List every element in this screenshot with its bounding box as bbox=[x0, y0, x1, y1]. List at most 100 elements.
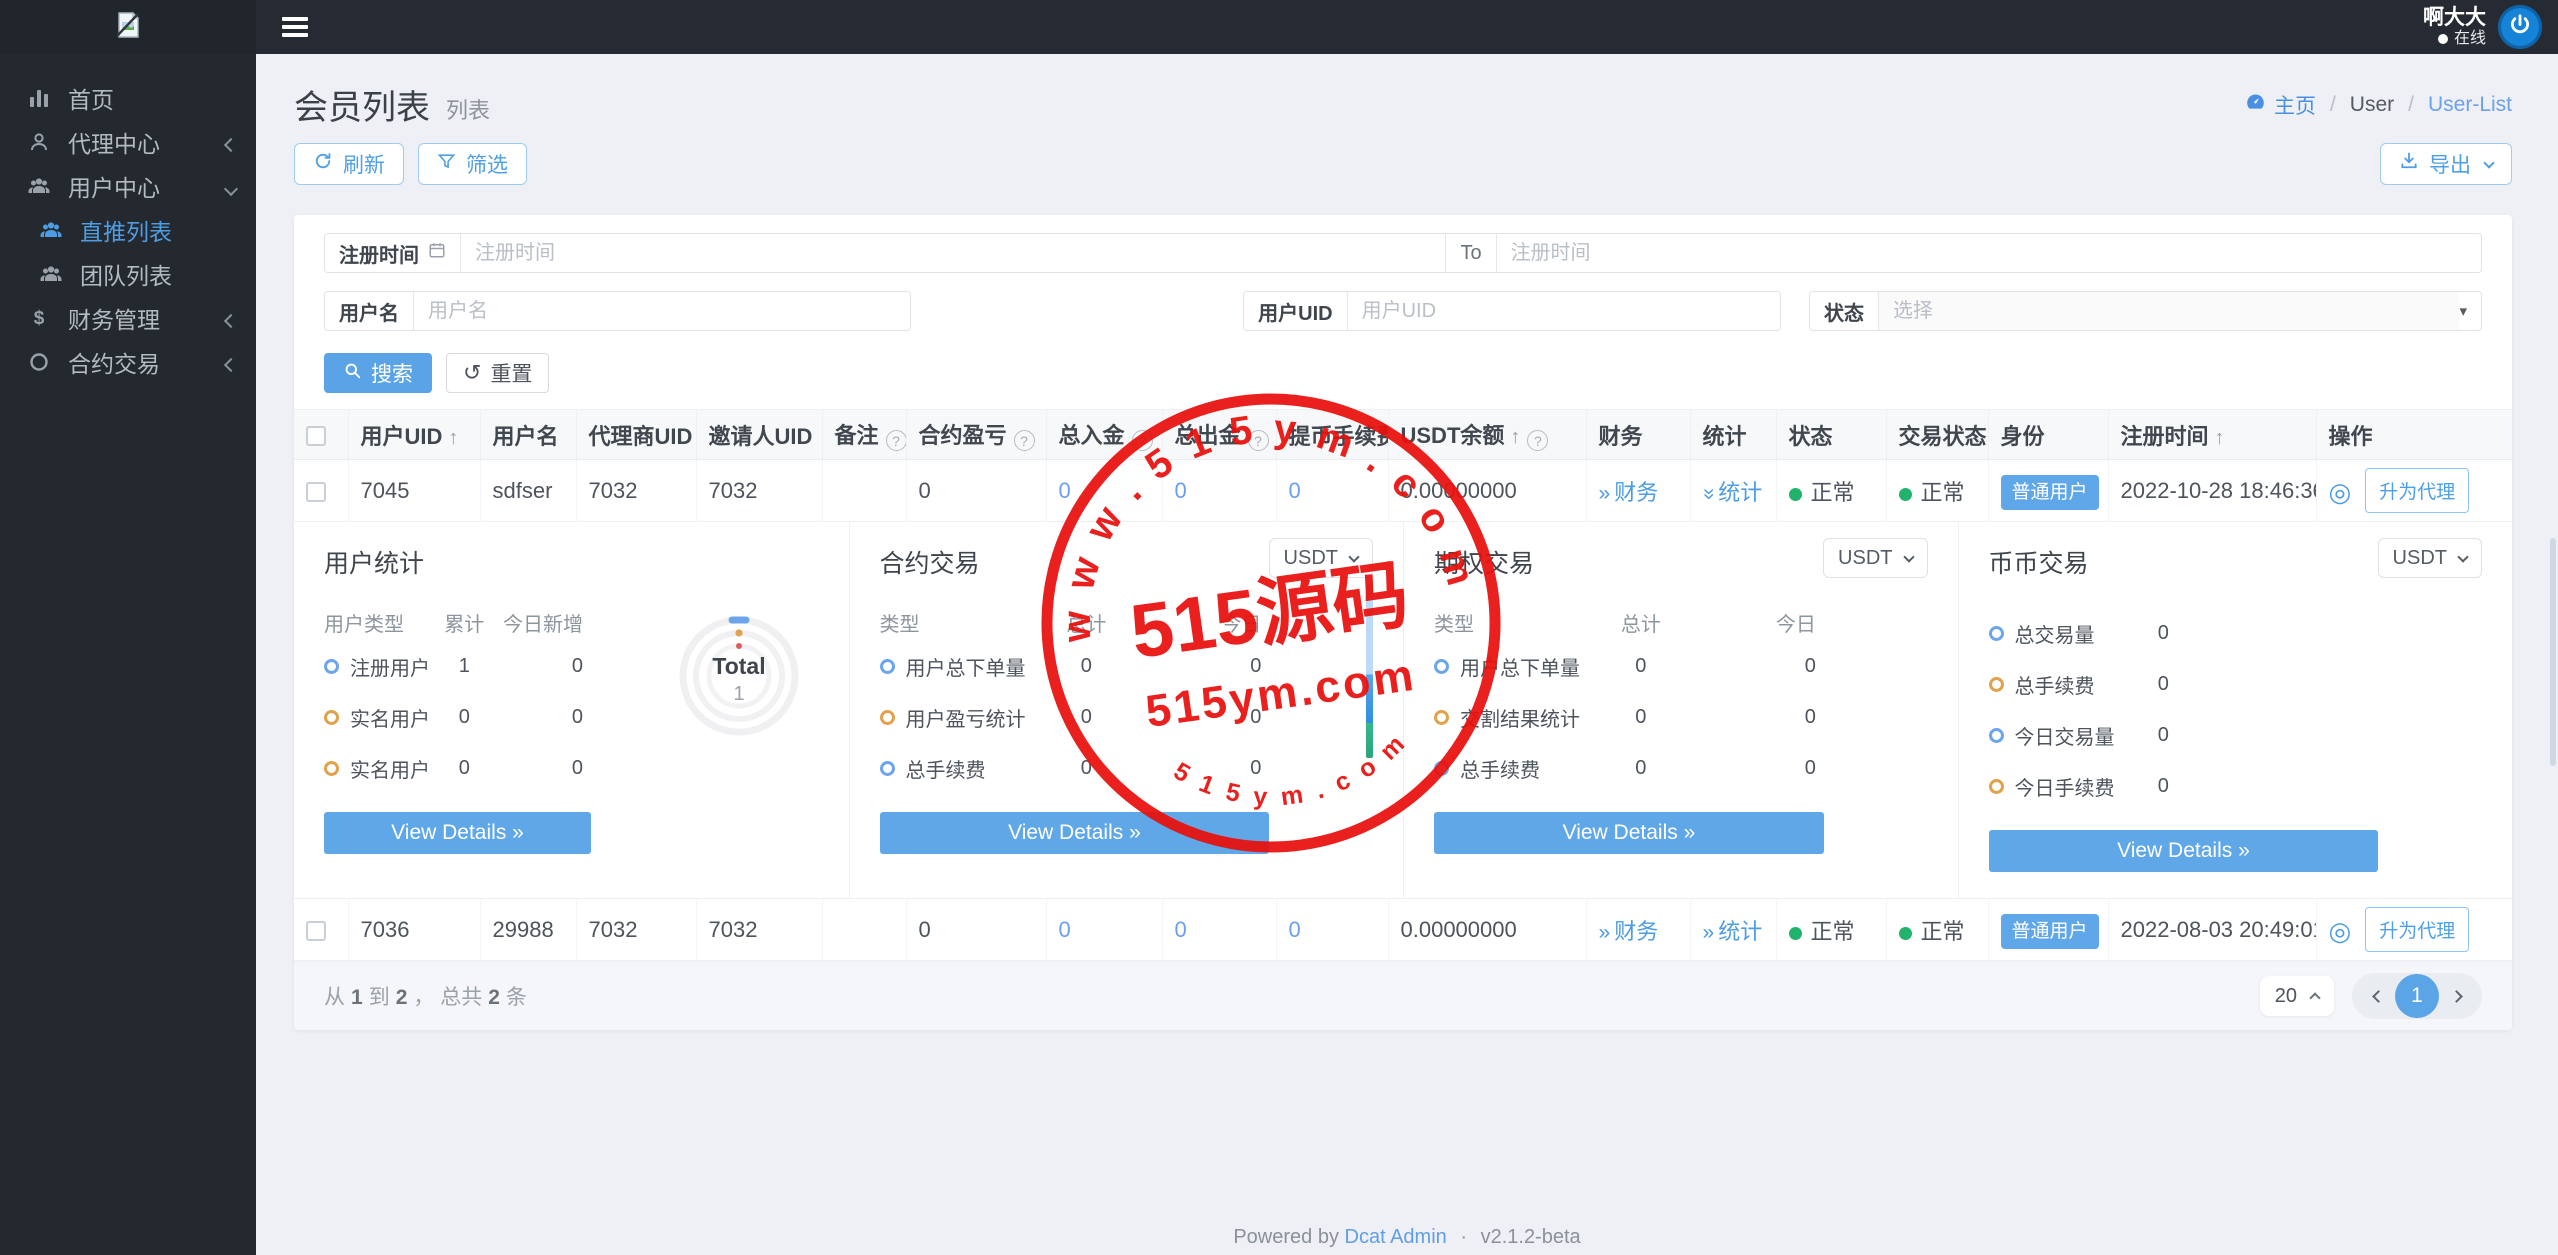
stat-row: 用户总下单量 00 bbox=[880, 641, 1270, 692]
search-button[interactable]: 搜索 bbox=[324, 353, 432, 393]
uid-input[interactable] bbox=[1348, 292, 1780, 330]
column-header-3[interactable]: 邀请人UID bbox=[696, 410, 822, 460]
stat-row: 今日手续费 0 bbox=[1989, 761, 2379, 812]
refresh-button[interactable]: 刷新 bbox=[294, 143, 404, 185]
cell-status: 正常 bbox=[1776, 899, 1886, 961]
column-header-13[interactable]: 交易状态 bbox=[1886, 410, 1988, 460]
username-input[interactable] bbox=[414, 292, 910, 330]
series-dot-icon bbox=[1434, 761, 1449, 776]
column-header-11[interactable]: 统计 bbox=[1690, 410, 1776, 460]
select-all-checkbox[interactable] bbox=[306, 426, 326, 446]
svg-text:1: 1 bbox=[733, 683, 744, 705]
column-header-7[interactable]: 总出金? bbox=[1162, 410, 1276, 460]
filter-panel: 注册时间 To 用户名 用户UID bbox=[294, 215, 2512, 393]
sidebar-item-direct-list[interactable]: 直推列表 bbox=[0, 208, 256, 252]
view-detail-icon[interactable]: ◎ bbox=[2329, 916, 2352, 946]
cell-total-in: 0 bbox=[1046, 899, 1162, 961]
view-details-button[interactable]: View Details » bbox=[324, 812, 591, 854]
stat-card-2: 合约交易USDT类型总计今日 用户总下单量 00 用户盈亏统计 00 总手续费 … bbox=[849, 522, 1404, 898]
avatar[interactable] bbox=[2498, 5, 2542, 49]
dcat-admin-link[interactable]: Dcat Admin bbox=[1345, 1226, 1447, 1248]
stat-row: 注册用户 10 bbox=[324, 641, 591, 692]
column-header-0[interactable]: 用户UID↑ bbox=[348, 410, 480, 460]
menu-toggle-button[interactable] bbox=[282, 13, 308, 42]
users-icon bbox=[24, 174, 54, 198]
promote-agent-button[interactable]: 升为代理 bbox=[2365, 468, 2469, 513]
finance-link[interactable]: »财务 bbox=[1599, 919, 1659, 944]
column-header-1[interactable]: 用户名 bbox=[480, 410, 576, 460]
reg-time-end-input[interactable] bbox=[1497, 234, 2481, 272]
chevron-down-icon bbox=[2457, 551, 2468, 562]
column-header-4[interactable]: 备注? bbox=[822, 410, 906, 460]
row-checkbox[interactable] bbox=[306, 921, 326, 941]
grid-card: 注册时间 To 用户名 用户UID bbox=[294, 215, 2512, 1030]
sidebar-item-team-list[interactable]: 团队列表 bbox=[0, 252, 256, 296]
stat-row: 交割结果统计 00 bbox=[1434, 692, 1824, 743]
sidebar-item-user-center[interactable]: 用户中心 bbox=[0, 164, 256, 208]
view-details-button[interactable]: View Details » bbox=[1434, 812, 1824, 854]
view-detail-icon[interactable]: ◎ bbox=[2329, 477, 2352, 507]
search-icon bbox=[343, 361, 362, 386]
row-checkbox[interactable] bbox=[306, 482, 326, 502]
column-header-8[interactable]: 提币手续费 bbox=[1276, 410, 1388, 460]
sidebar-item-agent-center[interactable]: 代理中心 bbox=[0, 120, 256, 164]
column-header-14[interactable]: 身份 bbox=[1988, 410, 2108, 460]
page-1-button[interactable]: 1 bbox=[2395, 974, 2439, 1018]
view-details-button[interactable]: View Details » bbox=[880, 812, 1270, 854]
stats-expand-link[interactable]: »统计 bbox=[1703, 919, 1763, 944]
status-select[interactable]: 状态 ▾ bbox=[1809, 291, 2482, 331]
column-header-9[interactable]: USDT余额↑? bbox=[1388, 410, 1586, 460]
prev-page-button[interactable] bbox=[2361, 979, 2395, 1013]
next-page-button[interactable] bbox=[2439, 979, 2473, 1013]
sort-asc-icon[interactable]: ↑ bbox=[1510, 426, 1520, 448]
reset-button[interactable]: ↺ 重置 bbox=[446, 353, 549, 393]
sidebar-item-finance[interactable]: $财务管理 bbox=[0, 296, 256, 340]
page-title: 会员列表 bbox=[294, 80, 430, 129]
column-header-2[interactable]: 代理商UID bbox=[576, 410, 696, 460]
column-header-15[interactable]: 注册时间↑ bbox=[2108, 410, 2316, 460]
breadcrumb-item-1[interactable]: 主页 bbox=[2245, 90, 2316, 120]
stats-expand-link[interactable]: »统计 bbox=[1703, 480, 1763, 505]
series-dot-icon bbox=[1989, 677, 2004, 692]
cell-contract-pnl: 0 bbox=[906, 460, 1046, 522]
series-dot-icon bbox=[324, 659, 339, 674]
refresh-icon bbox=[313, 151, 333, 177]
username: 啊大大 bbox=[2423, 6, 2486, 30]
filter-button[interactable]: 筛选 bbox=[418, 143, 527, 185]
column-header-10[interactable]: 财务 bbox=[1586, 410, 1690, 460]
view-details-button[interactable]: View Details » bbox=[1989, 830, 2379, 872]
currency-select[interactable]: USDT bbox=[1823, 538, 1927, 578]
currency-select[interactable]: USDT bbox=[1269, 538, 1373, 578]
table-row-1: 7045 sdfser 7032 7032 0 0 0 0 0.00000000… bbox=[294, 460, 2512, 522]
cell-contract-pnl: 0 bbox=[906, 899, 1046, 961]
breadcrumb-item-2: User bbox=[2350, 93, 2394, 117]
export-button[interactable]: 导出 bbox=[2380, 143, 2512, 185]
user-menu[interactable]: 啊大大 在线 bbox=[2423, 6, 2486, 48]
row-checkbox-cell bbox=[294, 899, 348, 961]
per-page-select[interactable]: 20 bbox=[2260, 976, 2334, 1016]
column-header-16[interactable]: 操作 bbox=[2316, 410, 2512, 460]
cell-total-out: 0 bbox=[1162, 899, 1276, 961]
column-header-6[interactable]: 总入金? bbox=[1046, 410, 1162, 460]
sort-asc-icon[interactable]: ↑ bbox=[448, 427, 458, 449]
cell-withdraw-fee: 0 bbox=[1276, 460, 1388, 522]
column-header-5[interactable]: 合约盈亏? bbox=[906, 410, 1046, 460]
reset-icon: ↺ bbox=[463, 362, 481, 384]
scrollbar-thumb[interactable] bbox=[2550, 538, 2556, 766]
breadcrumb-item-3[interactable]: User-List bbox=[2428, 93, 2512, 117]
currency-select[interactable]: USDT bbox=[2378, 538, 2482, 578]
sidebar-item-home[interactable]: 首页 bbox=[0, 76, 256, 120]
reg-time-label: 注册时间 bbox=[325, 234, 461, 272]
logo-area[interactable] bbox=[0, 0, 256, 54]
sort-asc-icon[interactable]: ↑ bbox=[2215, 427, 2225, 449]
finance-link[interactable]: »财务 bbox=[1599, 480, 1659, 505]
table-row-2: 7036 29988 7032 7032 0 0 0 0 0.00000000 … bbox=[294, 899, 2512, 961]
stat-row: 实名用户 00 bbox=[324, 692, 591, 743]
stat-card-1: 用户统计用户类型累计今日新增 注册用户 10 实名用户 00 实名用户 00Vi… bbox=[294, 522, 849, 898]
help-icon: ? bbox=[1132, 430, 1153, 451]
promote-agent-button[interactable]: 升为代理 bbox=[2365, 907, 2469, 952]
reg-time-start-input[interactable] bbox=[461, 234, 1445, 272]
pagination: 1 bbox=[2352, 973, 2482, 1019]
column-header-12[interactable]: 状态 bbox=[1776, 410, 1886, 460]
sidebar-item-contract[interactable]: 合约交易 bbox=[0, 340, 256, 384]
